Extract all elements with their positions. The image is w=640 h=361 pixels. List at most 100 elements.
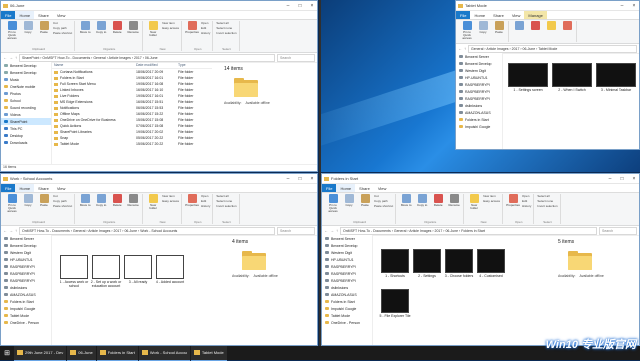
nav-item[interactable]: Bmwent Server	[1, 235, 51, 242]
thumbnail-item[interactable]: 4 - Customised	[475, 249, 507, 278]
nav-item[interactable]: RASPBERRYPI	[456, 95, 502, 102]
taskbar-button[interactable]: Tablet Mode	[190, 345, 227, 361]
move-to-button[interactable]: Move to	[78, 21, 92, 34]
nav-item[interactable]: Bmwent Develop	[456, 60, 502, 67]
select-none-button[interactable]: Select none	[216, 199, 236, 203]
search-input[interactable]: Search	[599, 226, 637, 235]
tab-view[interactable]: View	[53, 184, 70, 192]
close-icon[interactable]: ×	[629, 3, 639, 9]
open-button[interactable]: Open	[201, 194, 210, 198]
back-arrow-icon[interactable]: ←	[458, 46, 462, 51]
nav-item[interactable]: Western Digit	[456, 67, 502, 74]
nav-item[interactable]: Tablet Mode	[1, 312, 51, 319]
nav-item[interactable]: Desktop	[1, 132, 51, 139]
explorer-window-06-june[interactable]: 06-June – □ × File Home Share View Pin t…	[0, 0, 318, 172]
nav-item-sharepoint[interactable]: SharePoint	[1, 118, 51, 125]
thumbnail-item[interactable]: 3 - Choose folders	[443, 249, 475, 278]
address-bar[interactable]: OnMSFT How-To - Documents › General › Ar…	[340, 226, 597, 235]
edit-button[interactable]: Edit	[201, 26, 210, 30]
tab-home[interactable]: Home	[336, 184, 356, 192]
pin-button[interactable]: Pin to Quick access	[5, 21, 19, 40]
title-bar[interactable]: Folders in Start – □ ×	[322, 174, 639, 184]
copy-path-button[interactable]: Copy path	[374, 199, 393, 203]
paste-button[interactable]: Paste	[37, 21, 51, 34]
new-folder-button[interactable]: New folder	[146, 21, 160, 37]
copy-button[interactable]: Copy	[476, 21, 490, 34]
new-folder-button[interactable]: New folder	[146, 194, 160, 210]
nav-item[interactable]: School	[1, 97, 51, 104]
minimize-icon[interactable]: –	[283, 176, 293, 182]
thumbnail-item[interactable]: 1 - Shortcuts	[379, 249, 411, 278]
rename-button[interactable]: Rename	[126, 21, 140, 34]
history-button[interactable]: History	[522, 204, 531, 208]
nav-item[interactable]: Bmwent Develop	[1, 62, 51, 69]
easy-access-button[interactable]: Easy access	[162, 199, 179, 203]
copy-path-button[interactable]: Copy path	[53, 26, 72, 30]
easy-access-button[interactable]: Easy access	[483, 199, 500, 203]
nav-item[interactable]: Impuishi Google	[456, 123, 502, 130]
invert-selection-button[interactable]: Invert selection	[216, 31, 236, 35]
cut-button[interactable]: Cut	[374, 194, 393, 198]
tab-view[interactable]: View	[508, 11, 525, 19]
thumbnail-item[interactable]: 2 - Set up a work or education account	[90, 255, 122, 288]
copy-button[interactable]: Copy	[342, 194, 356, 207]
nav-item[interactable]: dslinksions	[456, 102, 502, 109]
delete-button[interactable]: Delete	[110, 194, 124, 207]
tab-home[interactable]: Home	[15, 184, 35, 192]
maximize-icon[interactable]: □	[617, 176, 627, 182]
properties-button[interactable]: Properties	[185, 194, 199, 207]
nav-item[interactable]: Western Digit	[322, 249, 372, 256]
back-arrow-icon[interactable]: ←	[324, 228, 328, 233]
nav-item[interactable]: RASPBERRYPI	[322, 263, 372, 270]
nav-item[interactable]: Folders in Start	[322, 298, 372, 305]
back-arrow-icon[interactable]: ←	[3, 55, 7, 60]
nav-item[interactable]: RASPBERRYPI	[1, 277, 51, 284]
delete-button[interactable]	[528, 21, 542, 31]
nav-item[interactable]: OneDrive - Person	[322, 319, 372, 326]
table-row[interactable]: Tablet Mode 15/06/2017 20:22 File folder	[52, 141, 212, 147]
tab-home[interactable]: Home	[470, 11, 489, 19]
thumbnail-item[interactable]: 1 - Access work or school	[58, 255, 90, 288]
nav-item[interactable]: OneNote mobile	[1, 83, 51, 90]
select-all-button[interactable]: Select all	[537, 194, 557, 198]
edit-button[interactable]: Edit	[522, 199, 531, 203]
move-to-button[interactable]: Move to	[78, 194, 92, 207]
explorer-window-work-school-accounts[interactable]: Work › School Accounts – □ × File Home S…	[0, 173, 318, 346]
forward-arrow-icon[interactable]: →	[9, 228, 13, 233]
cut-button[interactable]: Cut	[53, 194, 72, 198]
nav-item[interactable]: Western Digit	[1, 249, 51, 256]
paste-shortcut-button[interactable]: Paste shortcut	[53, 31, 72, 35]
nav-item[interactable]: Folders in Start	[1, 298, 51, 305]
tab-share[interactable]: Share	[355, 184, 374, 192]
properties-button[interactable]: Properties	[506, 194, 520, 207]
open-button[interactable]: Open	[522, 194, 531, 198]
address-bar[interactable]: General › Article Images › 2017 › 06-Jun…	[468, 44, 637, 53]
thumbnail-item[interactable]: 4 - Added account	[154, 255, 186, 284]
history-button[interactable]: History	[201, 204, 210, 208]
new-folder-button[interactable]	[544, 21, 558, 31]
tab-view[interactable]: View	[53, 11, 70, 19]
back-arrow-icon[interactable]: ←	[3, 228, 7, 233]
nav-item[interactable]: Sound recording	[1, 104, 51, 111]
easy-access-button[interactable]: Easy access	[162, 26, 179, 30]
thumbnail-item[interactable]: 3 - Minimal Taskbar	[594, 63, 638, 92]
nav-item[interactable]: RASPBERRYPI	[322, 277, 372, 284]
select-none-button[interactable]: Select none	[537, 199, 557, 203]
title-bar[interactable]: Work › School Accounts – □ ×	[1, 174, 317, 184]
new-folder-button[interactable]: New folder	[467, 194, 481, 210]
close-icon[interactable]: ×	[307, 176, 317, 182]
forward-arrow-icon[interactable]: →	[330, 228, 334, 233]
copy-to-button[interactable]: Copy to	[94, 194, 108, 207]
nav-item[interactable]: RASPBERRYPI	[456, 81, 502, 88]
nav-item[interactable]: Tablet Mode	[322, 312, 372, 319]
new-item-button[interactable]: New item	[162, 21, 179, 25]
navigation-pane[interactable]: Bmwent Server Bmwent Develop Western Digit…	[456, 53, 503, 149]
navigation-pane[interactable]: Bmwent Develop Bmwent Develop Music OneN…	[1, 62, 52, 165]
nav-item[interactable]: HP-UBUNTU1	[1, 256, 51, 263]
thumbnail-item[interactable]: 1 - Settings screen	[506, 63, 550, 92]
maximize-icon[interactable]: □	[295, 176, 305, 182]
forward-arrow-icon[interactable]: →	[9, 55, 13, 60]
nav-item[interactable]: Impuishi Google	[1, 305, 51, 312]
tab-share[interactable]: Share	[34, 11, 53, 19]
navigation-pane[interactable]: Bmwent Server Bmwent Develop Western Digit…	[322, 235, 373, 345]
